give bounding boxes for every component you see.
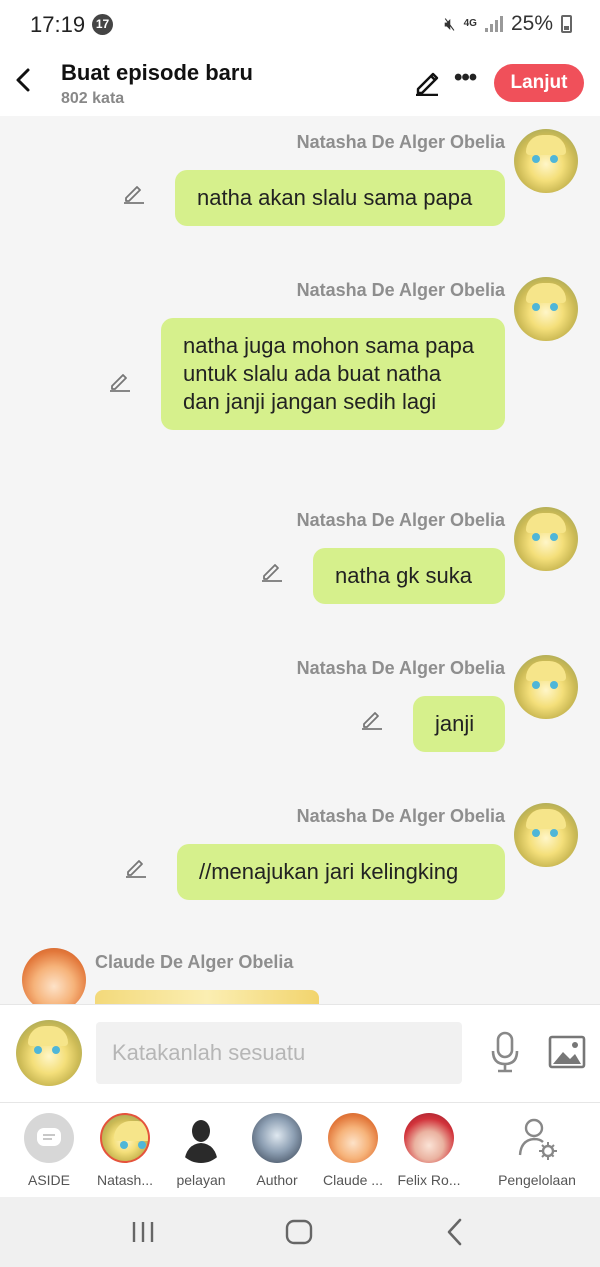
felix-avatar	[404, 1113, 454, 1163]
claude-avatar	[328, 1113, 378, 1163]
natasha-avatar	[514, 655, 578, 719]
battery-percent: 25%	[510, 12, 553, 35]
character-selector: ASIDE Natash... pelayan Author Claude ..…	[0, 1102, 600, 1197]
signal-icon	[484, 16, 503, 32]
page-title: Buat episode baru	[61, 60, 253, 85]
notification-count-badge: 17	[92, 14, 113, 35]
edit-message-icon[interactable]	[124, 855, 148, 879]
character-management[interactable]: Pengelolaan	[494, 1113, 580, 1188]
status-bar: 17:19 17 🔇︎ 4G 25%	[0, 0, 600, 50]
current-character-avatar[interactable]	[16, 1020, 82, 1086]
chat-bubble-icon	[37, 1128, 61, 1146]
network-type: 4G	[463, 18, 477, 29]
status-time: 17:19	[30, 12, 86, 37]
natasha-avatar	[514, 507, 578, 571]
message-bubble[interactable]: natha gk suka	[313, 548, 505, 604]
natasha-avatar	[100, 1113, 150, 1163]
chat-area: Natasha De Alger Obelia natha akan slalu…	[0, 116, 600, 1004]
message-sender: Natasha De Alger Obelia	[296, 806, 505, 826]
character-pelayan[interactable]: pelayan	[163, 1113, 239, 1188]
character-claude[interactable]: Claude ...	[315, 1113, 391, 1188]
pelayan-avatar	[176, 1113, 226, 1163]
character-label: Felix Ro...	[397, 1172, 461, 1188]
message-bubble[interactable]: //menajukan jari kelingking	[177, 844, 505, 900]
edit-message-icon[interactable]	[360, 707, 384, 731]
input-bar	[0, 1004, 600, 1102]
character-label: Natash...	[96, 1172, 154, 1188]
natasha-avatar	[514, 803, 578, 867]
recent-apps-icon[interactable]	[126, 1215, 160, 1249]
chat-message: Natasha De Alger Obelia natha akan slalu…	[0, 116, 600, 264]
natasha-avatar	[514, 129, 578, 193]
character-label: Claude ...	[323, 1172, 383, 1188]
header: Buat episode baru 802 kata ••• Lanjut	[0, 50, 600, 116]
character-felix[interactable]: Felix Ro...	[391, 1113, 467, 1188]
home-icon[interactable]	[282, 1215, 316, 1249]
word-count: 802 kata	[61, 90, 125, 107]
chat-message: Natasha De Alger Obelia janji	[0, 642, 600, 790]
chat-message: Natasha De Alger Obelia //menajukan jari…	[0, 790, 600, 938]
character-label: ASIDE	[27, 1172, 70, 1188]
manage-characters-avatar	[512, 1113, 562, 1163]
back-arrow-icon[interactable]	[12, 66, 36, 94]
status-icons: 🔇︎ 4G 25%	[444, 12, 572, 36]
natasha-avatar	[514, 277, 578, 341]
message-sender: Natasha De Alger Obelia	[296, 132, 505, 152]
message-image[interactable]	[95, 990, 319, 1004]
edit-message-icon[interactable]	[108, 369, 132, 393]
message-bubble[interactable]: natha juga mohon sama papa untuk slalu a…	[161, 318, 505, 430]
aside-avatar	[24, 1113, 74, 1163]
message-sender: Natasha De Alger Obelia	[296, 510, 505, 530]
character-label: Author	[256, 1172, 298, 1188]
claude-avatar	[22, 948, 86, 1004]
message-sender: Natasha De Alger Obelia	[296, 280, 505, 300]
character-label: Pengelolaan	[498, 1172, 576, 1188]
more-options-icon[interactable]: •••	[454, 64, 477, 92]
system-nav-bar	[0, 1197, 600, 1267]
microphone-icon[interactable]	[488, 1031, 522, 1073]
author-avatar	[252, 1113, 302, 1163]
edit-message-icon[interactable]	[122, 181, 146, 205]
character-natasha[interactable]: Natash...	[87, 1113, 163, 1188]
message-bubble[interactable]: natha akan slalu sama papa	[175, 170, 505, 226]
character-author[interactable]: Author	[239, 1113, 315, 1188]
message-bubble[interactable]: janji	[413, 696, 505, 752]
back-icon[interactable]	[438, 1215, 472, 1249]
chat-message: Natasha De Alger Obelia natha juga mohon…	[0, 264, 600, 494]
next-button[interactable]: Lanjut	[494, 64, 584, 102]
silhouette-icon	[184, 1120, 218, 1163]
chat-message: Natasha De Alger Obelia natha gk suka	[0, 494, 600, 642]
mute-icon: 🔇︎	[444, 13, 456, 34]
character-aside[interactable]: ASIDE	[11, 1113, 87, 1188]
edit-pencil-icon[interactable]	[413, 68, 441, 96]
message-input[interactable]	[96, 1022, 462, 1084]
message-sender: Natasha De Alger Obelia	[296, 658, 505, 678]
battery-icon	[561, 15, 572, 33]
edit-message-icon[interactable]	[260, 559, 284, 583]
character-label: pelayan	[176, 1172, 226, 1188]
user-settings-icon	[518, 1118, 557, 1160]
message-sender: Claude De Alger Obelia	[95, 952, 294, 972]
image-icon[interactable]	[548, 1035, 586, 1069]
